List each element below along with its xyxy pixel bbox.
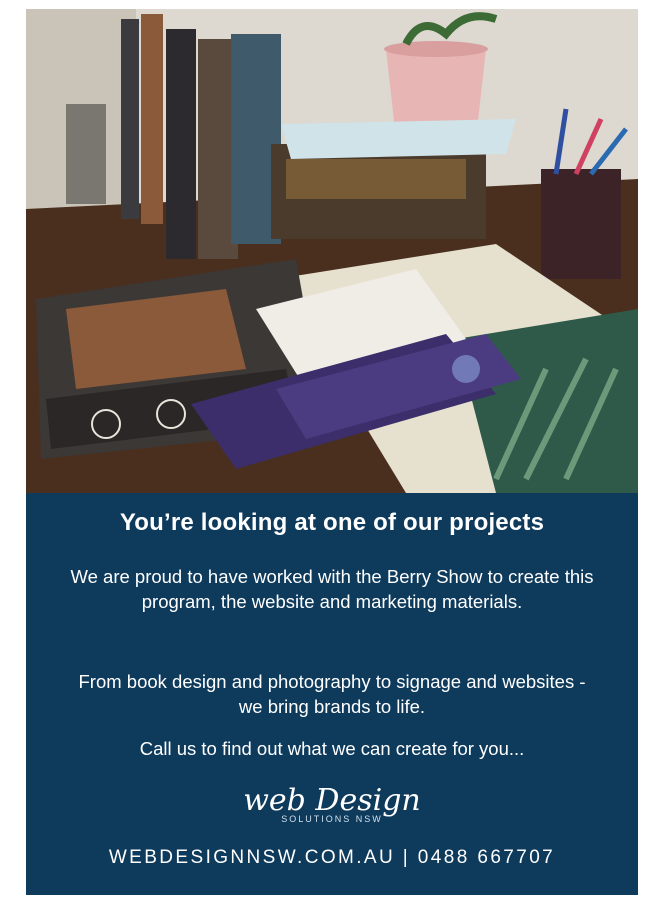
- intro-paragraph: We are proud to have worked with the Ber…: [70, 566, 594, 612]
- desk-photo-illustration: [26, 9, 638, 493]
- call-to-action: Call us to find out what we can create f…: [139, 738, 525, 759]
- services-paragraph: From book design and photography to sign…: [78, 671, 586, 717]
- logo-tagline: SOLUTIONS NSW: [281, 814, 383, 824]
- advertisement: You’re looking at one of our projects We…: [26, 9, 638, 895]
- company-logo: web Design SOLUTIONS NSW: [26, 783, 638, 825]
- logo-wordmark: web Design: [243, 783, 421, 818]
- project-photo: [26, 9, 638, 493]
- headline: You’re looking at one of our projects: [119, 509, 545, 536]
- contact-line: WEBDESIGNNSW.COM.AU | 0488 667707: [108, 847, 556, 868]
